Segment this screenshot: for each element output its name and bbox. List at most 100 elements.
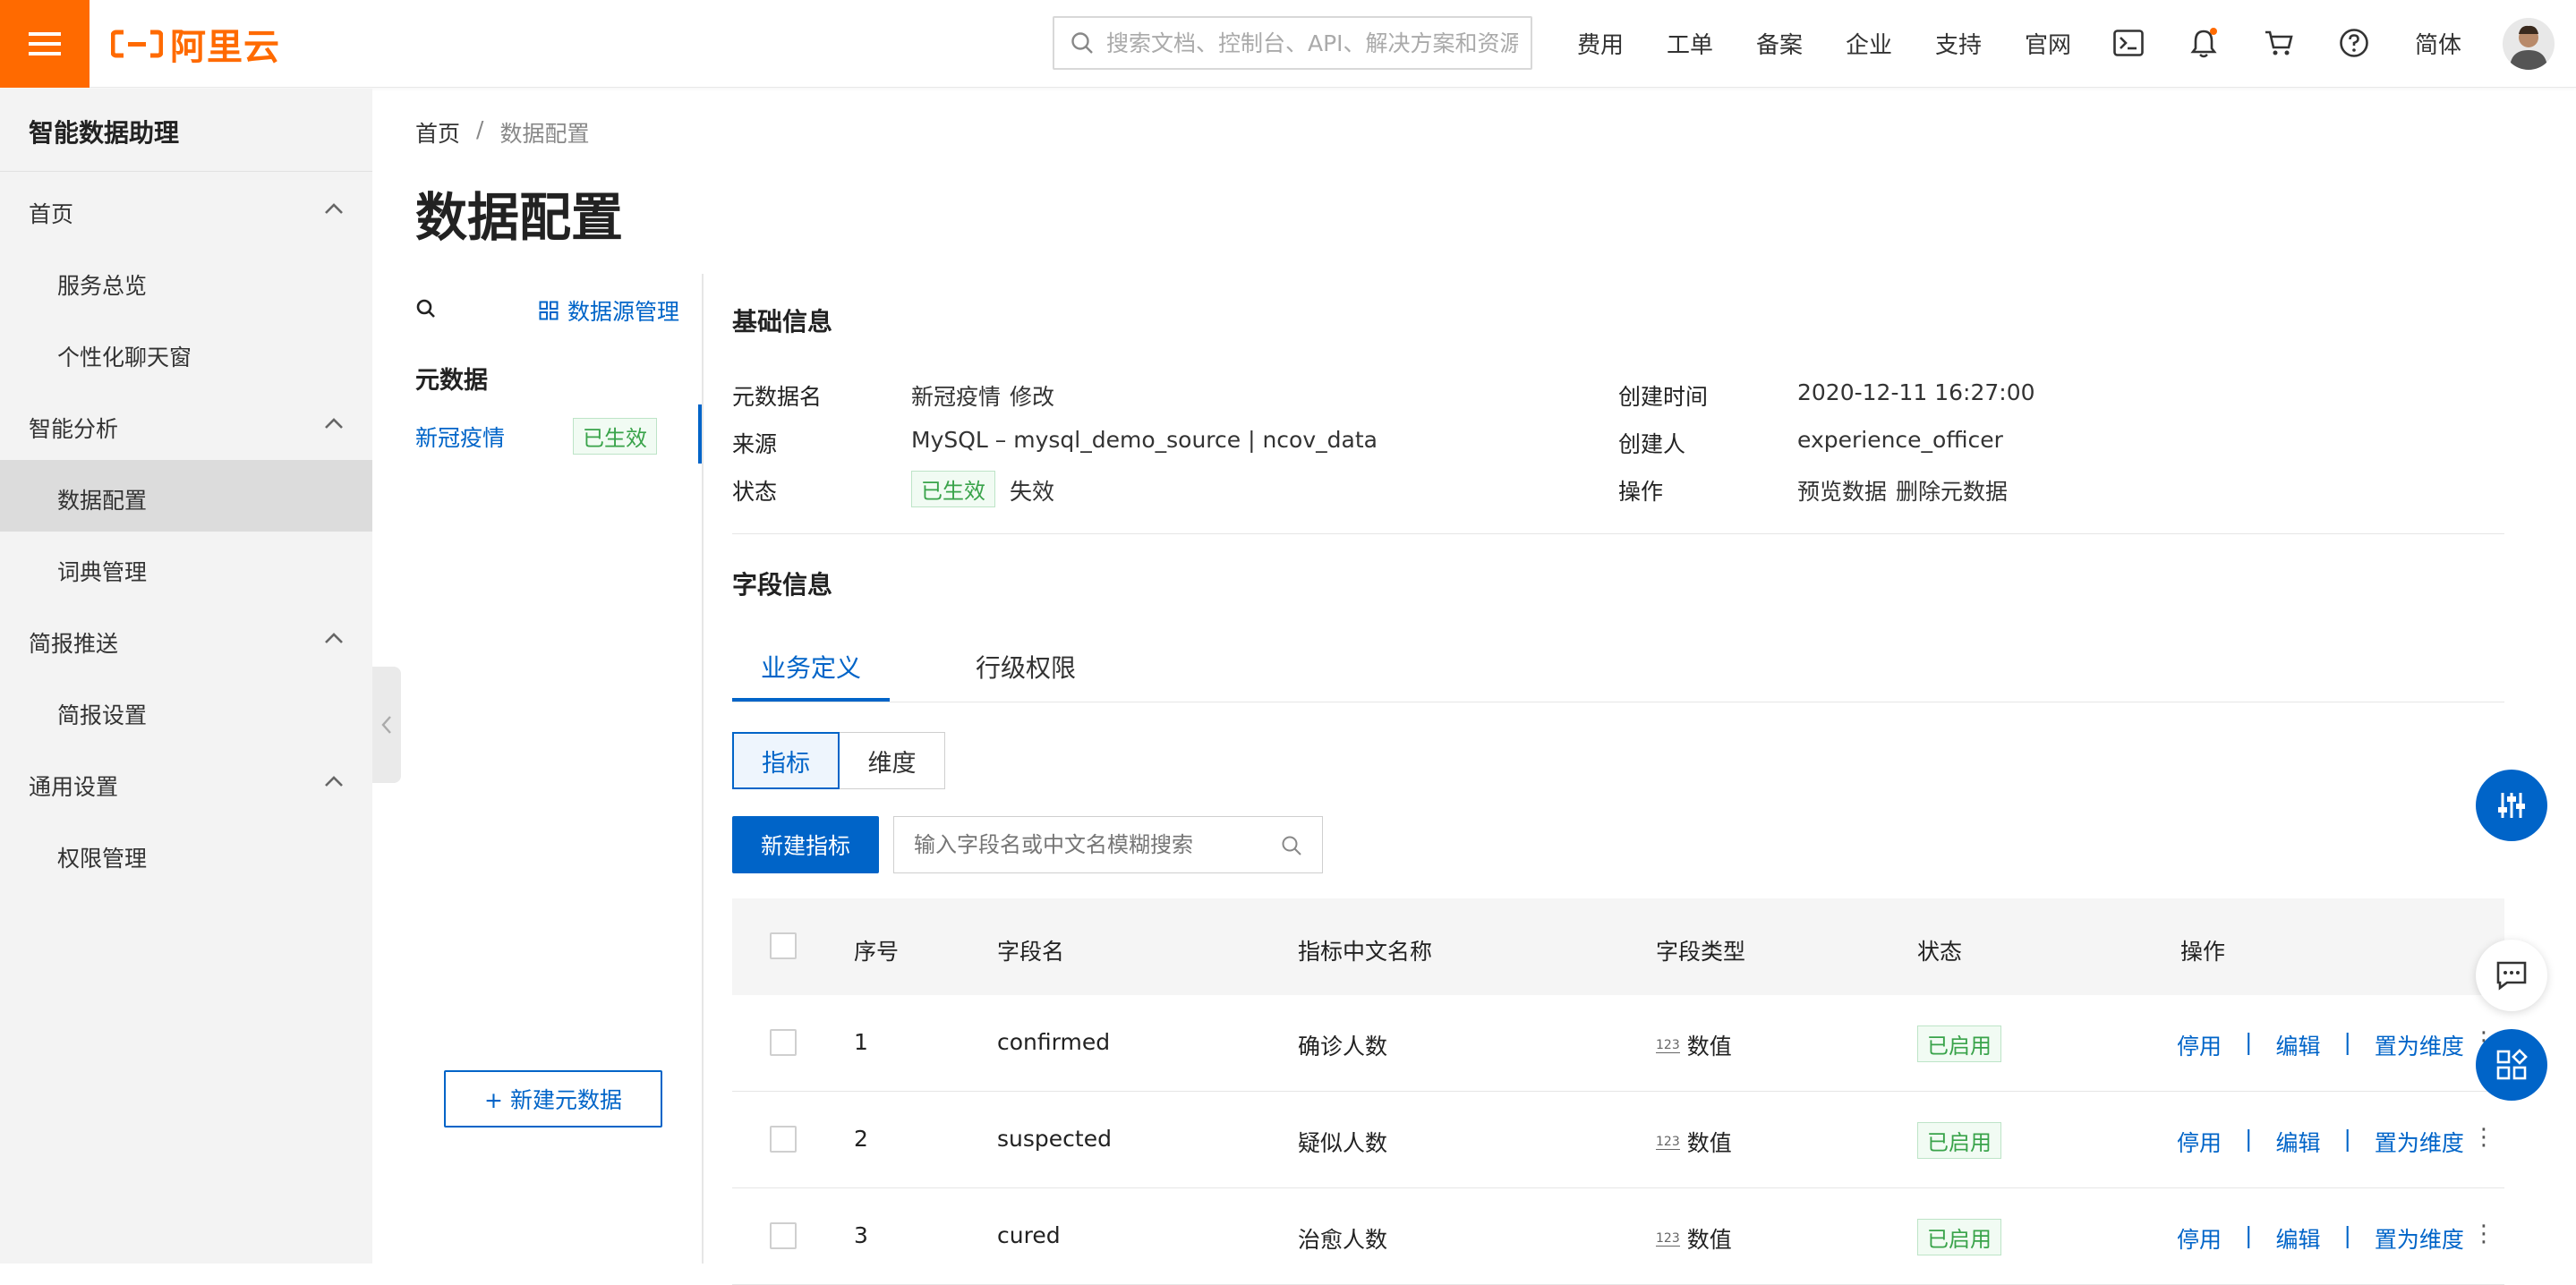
terminal-icon[interactable] bbox=[2111, 25, 2146, 61]
metadata-heading: 元数据 bbox=[415, 367, 488, 395]
nav-icp[interactable]: 备案 bbox=[1756, 27, 1803, 60]
new-metadata-button[interactable]: + 新建元数据 bbox=[444, 1070, 662, 1128]
ops-separator: | bbox=[2343, 1126, 2351, 1152]
source-label: 来源 bbox=[732, 431, 778, 457]
set-dimension-link[interactable]: 置为维度 bbox=[2375, 1222, 2464, 1255]
search-icon[interactable] bbox=[1281, 835, 1302, 856]
search-icon[interactable] bbox=[415, 298, 437, 319]
help-icon[interactable] bbox=[2336, 25, 2372, 61]
field-search[interactable] bbox=[893, 816, 1323, 873]
sidebar-collapse-handle[interactable] bbox=[372, 667, 401, 783]
table-header: 序号 字段名 指标中文名称 字段类型 状态 操作 bbox=[732, 898, 2504, 995]
col-index: 序号 bbox=[854, 939, 900, 965]
sidebar-item-service-overview[interactable]: 服务总览 bbox=[57, 268, 147, 301]
sidebar-item-permissions[interactable]: 权限管理 bbox=[57, 841, 147, 873]
apps-button[interactable] bbox=[2476, 1029, 2547, 1101]
numeric-type-icon: 123 bbox=[1656, 1037, 1680, 1053]
delete-metadata-link[interactable]: 删除元数据 bbox=[1896, 474, 2008, 506]
apps-icon bbox=[2496, 1049, 2528, 1080]
chat-button[interactable] bbox=[2476, 940, 2547, 1011]
ops-separator: | bbox=[2245, 1126, 2253, 1152]
breadcrumb-home[interactable]: 首页 bbox=[415, 116, 460, 149]
row-ops: 停用 | 编辑 | 置为维度 bbox=[2177, 1222, 2464, 1255]
table-row: 2 suspected 疑似人数 123 数值 已启用 停用 | 编辑 | 置为… bbox=[732, 1092, 2504, 1188]
nav-support[interactable]: 支持 bbox=[1935, 27, 1982, 60]
edit-name-link[interactable]: 修改 bbox=[1010, 379, 1054, 412]
numeric-type-icon: 123 bbox=[1656, 1230, 1680, 1247]
disable-link[interactable]: 停用 bbox=[2177, 1029, 2222, 1061]
nav-website[interactable]: 官网 bbox=[2025, 27, 2071, 60]
edit-link[interactable]: 编辑 bbox=[2275, 1029, 2320, 1061]
invalidate-link[interactable]: 失效 bbox=[1010, 474, 1054, 506]
row-checkbox[interactable] bbox=[770, 1126, 797, 1153]
cart-icon[interactable] bbox=[2261, 25, 2297, 61]
col-field-name: 字段名 bbox=[997, 939, 1065, 965]
row-field-name: suspected bbox=[997, 1126, 1112, 1152]
row-index: 1 bbox=[854, 1029, 868, 1055]
metadata-item-label: 新冠疫情 bbox=[415, 425, 506, 451]
segment-metrics[interactable]: 指标 bbox=[732, 732, 840, 789]
brand-name: 阿里云 bbox=[170, 27, 280, 68]
row-field-name: confirmed bbox=[997, 1029, 1111, 1055]
preview-data-link[interactable]: 预览数据 bbox=[1797, 474, 1887, 506]
creator-label: 创建人 bbox=[1618, 431, 1686, 457]
global-search[interactable] bbox=[1053, 16, 1532, 70]
sidebar-item-data-config[interactable]: 数据配置 bbox=[57, 483, 147, 515]
nav-fees[interactable]: 费用 bbox=[1577, 27, 1624, 60]
sidebar-item-dictionary[interactable]: 词典管理 bbox=[57, 555, 147, 587]
basic-info-title: 基础信息 bbox=[732, 307, 833, 336]
new-metric-button[interactable]: 新建指标 bbox=[732, 816, 879, 873]
row-cn-name: 治愈人数 bbox=[1298, 1227, 1388, 1253]
sidebar-group-general-settings[interactable]: 通用设置 bbox=[29, 770, 118, 802]
row-field-name: cured bbox=[997, 1222, 1061, 1248]
ops-separator: | bbox=[2343, 1222, 2351, 1248]
status-badge: 已生效 bbox=[573, 418, 657, 455]
tab-row-permissions[interactable]: 行级权限 bbox=[976, 649, 1076, 685]
metadata-name-value: 新冠疫情 bbox=[911, 384, 1002, 410]
more-icon[interactable]: ⋮ bbox=[2472, 1124, 2495, 1151]
edit-link[interactable]: 编辑 bbox=[2275, 1126, 2320, 1158]
row-type-label: 数值 bbox=[1686, 1227, 1732, 1253]
sidebar-item-chat-window[interactable]: 个性化聊天窗 bbox=[57, 340, 192, 372]
created-time-value: 2020-12-11 16:27:00 bbox=[1797, 379, 2035, 405]
metadata-item-name[interactable]: 新冠疫情 bbox=[415, 421, 505, 453]
chevron-up-icon[interactable] bbox=[320, 769, 347, 796]
more-icon[interactable]: ⋮ bbox=[2472, 1221, 2495, 1247]
sidebar-active-highlight bbox=[0, 460, 372, 532]
avatar[interactable] bbox=[2503, 18, 2555, 70]
sidebar-group-report-push[interactable]: 简报推送 bbox=[29, 626, 118, 659]
row-checkbox[interactable] bbox=[770, 1222, 797, 1249]
data-source-manage-link[interactable]: 数据源管理 bbox=[539, 294, 679, 327]
row-checkbox[interactable] bbox=[770, 1029, 797, 1056]
aliyun-logo[interactable]: 阿里云 bbox=[111, 21, 280, 68]
col-cn-name: 指标中文名称 bbox=[1298, 939, 1433, 965]
disable-link[interactable]: 停用 bbox=[2177, 1126, 2222, 1158]
sidebar-group-smart-analysis[interactable]: 智能分析 bbox=[29, 412, 118, 444]
sidebar-item-report-settings[interactable]: 简报设置 bbox=[57, 698, 147, 730]
select-all-checkbox[interactable] bbox=[770, 932, 797, 959]
data-source-manage-label: 数据源管理 bbox=[567, 299, 680, 325]
global-search-input[interactable] bbox=[1106, 30, 1518, 56]
row-field-type: 123 数值 bbox=[1656, 1222, 1732, 1255]
sidebar-group-home[interactable]: 首页 bbox=[29, 197, 73, 229]
edit-link[interactable]: 编辑 bbox=[2275, 1222, 2320, 1255]
chevron-up-icon[interactable] bbox=[320, 411, 347, 438]
chevron-up-icon[interactable] bbox=[320, 625, 347, 652]
ops-label: 操作 bbox=[1618, 479, 1664, 505]
set-dimension-link[interactable]: 置为维度 bbox=[2375, 1029, 2464, 1061]
menu-icon[interactable] bbox=[0, 0, 90, 88]
settings-sliders-button[interactable] bbox=[2476, 770, 2547, 841]
set-dimension-link[interactable]: 置为维度 bbox=[2375, 1126, 2464, 1158]
field-search-input[interactable] bbox=[914, 832, 1272, 857]
chevron-up-icon[interactable] bbox=[320, 196, 347, 223]
top-navbar: 阿里云 费用 工单 备案 企业 支持 官网 简体 bbox=[0, 0, 2576, 88]
tab-business-definition[interactable]: 业务定义 bbox=[761, 649, 861, 685]
nav-tickets[interactable]: 工单 bbox=[1667, 27, 1713, 60]
disable-link[interactable]: 停用 bbox=[2177, 1222, 2222, 1255]
bell-icon[interactable] bbox=[2186, 25, 2222, 61]
language-switch[interactable]: 简体 bbox=[2415, 27, 2461, 60]
segment-dimensions[interactable]: 维度 bbox=[840, 732, 945, 789]
status-badge: 已启用 bbox=[1917, 1219, 2001, 1255]
nav-enterprise[interactable]: 企业 bbox=[1846, 27, 1892, 60]
row-index: 3 bbox=[854, 1222, 868, 1248]
